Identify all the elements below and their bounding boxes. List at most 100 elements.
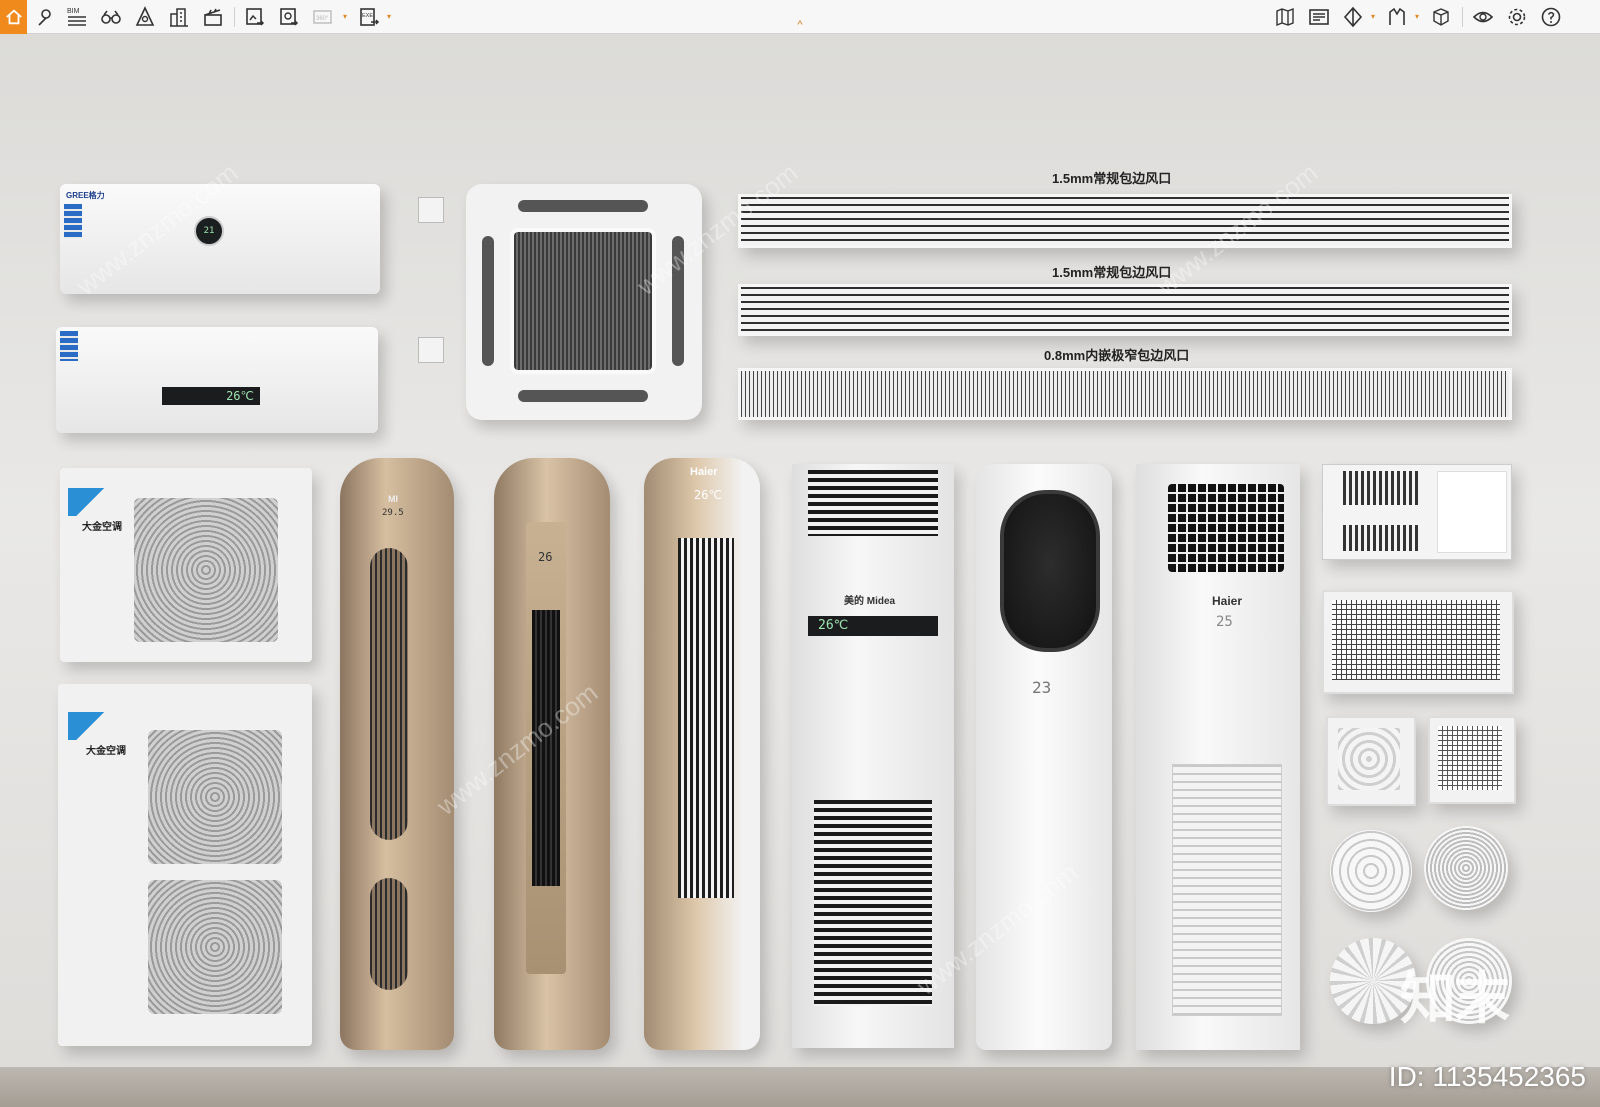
cad-icon [1309, 9, 1329, 25]
360-view-icon: 360° [313, 10, 332, 24]
shield-measure-icon [135, 6, 155, 26]
linear-grille-1 [738, 194, 1512, 248]
section-button[interactable] [1340, 4, 1366, 30]
eye-icon [1472, 11, 1494, 23]
wall-ac-2-display: 26℃ [162, 387, 260, 405]
fan-guard [134, 498, 278, 642]
asset-id-label: ID: 1135452365 [1388, 1061, 1586, 1092]
elevation-icon [1389, 7, 1405, 25]
section-icon [1343, 6, 1363, 28]
collapse-toolbar-chevron-icon[interactable]: ^ [792, 18, 808, 32]
exe-export-icon: EXE [360, 8, 380, 26]
svg-text:BIM: BIM [67, 8, 80, 15]
square-diffuser [1326, 716, 1416, 806]
cube-tool-icon [1433, 8, 1449, 26]
tower-ac-6: Haier 25 [1136, 464, 1300, 1050]
tower-ac-5: 23 [976, 464, 1112, 1050]
grille-label-1: 1.5mm常规包边风口 [1052, 171, 1172, 186]
toolbar-separator [1462, 7, 1463, 27]
tower-1-brand: MI [388, 494, 398, 504]
linear-grille-2 [738, 284, 1512, 336]
binoculars-icon [101, 10, 121, 24]
tower-1-display: 29.5 [382, 508, 404, 518]
export-image-icon [246, 8, 265, 26]
help-button[interactable] [1538, 4, 1564, 30]
home-button[interactable] [0, 0, 27, 34]
svg-text:360°: 360° [316, 16, 329, 22]
toolbar-separator [234, 7, 235, 27]
tower-3-display: 26℃ [694, 488, 722, 502]
wall-ac-1-display: 21 [194, 216, 224, 246]
360-view-button[interactable]: 360° [310, 4, 336, 30]
location-pin-button[interactable] [31, 4, 57, 30]
fan-guard-lower [148, 880, 282, 1014]
svg-text:EXE: EXE [362, 13, 373, 19]
wall-ac-1-brand: GREE格力 [66, 191, 105, 200]
tower-5-oval-outlet [1000, 490, 1100, 652]
round-diffuser-2 [1424, 826, 1508, 910]
map-button[interactable] [1272, 4, 1298, 30]
map-icon [1276, 7, 1294, 27]
shield-measure-button[interactable] [132, 4, 158, 30]
wall-socket-1 [418, 197, 444, 223]
bim-icon: BIM [67, 8, 86, 26]
eye-button[interactable] [1470, 4, 1496, 30]
tower-6-bottom-louver [1172, 764, 1282, 1016]
rect-return-vent [1322, 590, 1514, 694]
wall-ac-unit-2: 26℃ [56, 327, 378, 433]
export-panorama-button[interactable] [276, 4, 302, 30]
cad-button[interactable] [1306, 4, 1332, 30]
grille-label-3: 0.8mm内嵌极窄包边风口 [1044, 348, 1190, 363]
buildings-button[interactable] [166, 4, 192, 30]
tower-2-display: 26 [538, 550, 553, 564]
tower-4-display: 26℃ [808, 616, 938, 636]
cassette-vent-left [482, 236, 494, 366]
bim-button[interactable]: BIM [64, 4, 90, 30]
section-dropdown-arrow-icon[interactable]: ▾ [1368, 10, 1378, 22]
cube-tool-button[interactable] [1428, 4, 1454, 30]
buildings-icon [170, 8, 188, 27]
fan-guard-upper [148, 730, 282, 864]
tower-3-grille [678, 538, 734, 898]
tower-1-grille-upper [370, 548, 408, 840]
export-image-button[interactable] [242, 4, 268, 30]
tower-ac-1: MI 29.5 [340, 458, 454, 1050]
outdoor-brand-2: 大金空调 [86, 746, 126, 757]
linear-grille-3 [738, 368, 1512, 420]
energy-label [60, 331, 78, 361]
outdoor-brand-1: 大金空调 [82, 522, 122, 533]
wood-floor [0, 1067, 1600, 1107]
exe-export-button[interactable]: EXE [356, 4, 382, 30]
tower-4-brand: 美的 Midea [844, 596, 896, 607]
combo-vent-panel [1322, 464, 1512, 560]
energy-label [64, 204, 82, 238]
cassette-vent-bottom [518, 390, 648, 402]
settings-button[interactable] [1504, 4, 1530, 30]
square-mesh-vent [1428, 716, 1516, 804]
watermark-logo: 知末 [1400, 967, 1510, 1030]
location-pin-icon [38, 9, 51, 26]
cassette-filter-grille [510, 228, 656, 374]
tower-1-grille-lower [370, 878, 408, 990]
outdoor-unit-large: 大金空调 [58, 684, 312, 1046]
tower-6-brand: Haier [1212, 594, 1243, 608]
360-dropdown-arrow-icon[interactable]: ▾ [340, 10, 350, 22]
tower-5-display: 23 [1032, 678, 1052, 697]
binoculars-button[interactable] [98, 4, 124, 30]
tower-6-display: 25 [1216, 614, 1233, 630]
render-viewport[interactable]: GREE格力 21 26℃ 1.5mm常规包边风口 1.5mm常规包边风口 0.… [0, 34, 1600, 1107]
tower-ac-4: 美的 Midea 26℃ [792, 464, 954, 1048]
top-toolbar: BIM 360° ▾ EXE ▾ ^ ▾ ▾ [0, 0, 1600, 34]
clapperboard-button[interactable] [200, 4, 226, 30]
exe-dropdown-arrow-icon[interactable]: ▾ [384, 10, 394, 22]
cassette-ceiling-unit [466, 184, 702, 420]
home-icon [5, 9, 22, 25]
help-icon [1541, 7, 1561, 27]
brand-stripe [68, 712, 112, 740]
export-panorama-icon [280, 8, 299, 26]
elevation-dropdown-arrow-icon[interactable]: ▾ [1412, 10, 1422, 22]
tower-6-top-grille [1168, 484, 1284, 572]
elevation-button[interactable] [1384, 4, 1410, 30]
wall-socket-2 [418, 337, 444, 363]
tower-ac-3: Haier 26℃ [644, 458, 760, 1050]
